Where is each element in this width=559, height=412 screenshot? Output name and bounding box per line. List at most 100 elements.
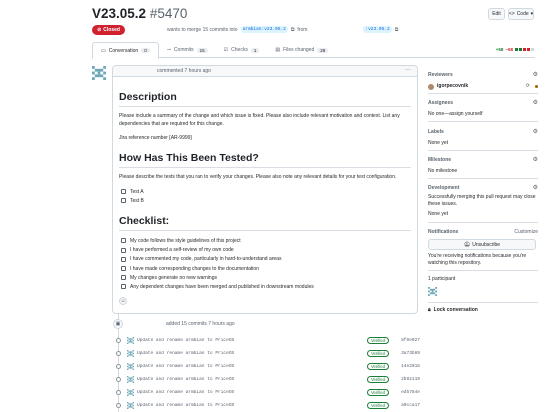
verified-badge[interactable]: Verified: [367, 375, 389, 383]
commit-row: Update and rename armbian to PriceOS Ver…: [115, 374, 420, 384]
tab-checks[interactable]: ☑ Checks 1: [216, 42, 268, 58]
edit-button-label: Edit: [492, 11, 501, 17]
paragraph: Jira reference number [AR-9999]: [119, 135, 192, 141]
tab-files-changed[interactable]: ▤ Files changed 29: [267, 42, 336, 58]
commit-author-avatar[interactable]: [127, 376, 134, 383]
task-item: I have commented my code, particularly i…: [119, 255, 411, 264]
head-branch[interactable]: :v23.05.2: [363, 26, 392, 33]
lock-conversation-label: Lock conversation: [433, 307, 478, 313]
milestone-label: Milestone: [428, 156, 452, 163]
base-branch[interactable]: armbian:v23.05.2: [240, 26, 288, 33]
commit-sha[interactable]: 8f0e027: [401, 338, 420, 343]
task-checkbox[interactable]: [121, 275, 126, 281]
tab-label: Commits: [173, 47, 194, 53]
participant-avatar[interactable]: [428, 287, 437, 296]
task-checkbox[interactable]: [121, 198, 126, 204]
commit-sha[interactable]: 2b92119: [401, 377, 420, 382]
task-checkbox[interactable]: [121, 284, 126, 290]
verified-badge[interactable]: Verified: [367, 336, 389, 344]
commit-message[interactable]: Update and rename armbian to PriceOS: [137, 390, 369, 395]
gear-icon[interactable]: ⚙: [533, 156, 538, 163]
commit-row: Update and rename armbian to PriceOS Ver…: [115, 387, 420, 397]
author-avatar[interactable]: [92, 66, 106, 80]
task-checkbox[interactable]: [121, 238, 126, 244]
status-badge-label: Closed: [103, 27, 120, 33]
commit-sha[interactable]: 3a73b89: [401, 351, 420, 356]
development-note: Successfully merging this pull request m…: [428, 194, 536, 207]
gear-icon[interactable]: ⚙: [533, 184, 538, 191]
gear-icon[interactable]: ⚙: [533, 99, 538, 106]
commit-author-avatar[interactable]: [127, 350, 134, 357]
comment-header: commented 7 hours ago ···: [113, 66, 417, 77]
commit-icon: ⊸: [166, 47, 171, 53]
labels-label: Labels: [428, 128, 444, 135]
task-checkbox[interactable]: [121, 256, 126, 262]
commit-dot-icon: [116, 363, 121, 369]
commit-author-avatar[interactable]: [127, 402, 134, 409]
reviewer-name[interactable]: igorpecovnik: [437, 83, 468, 90]
commit-author-avatar[interactable]: [127, 337, 134, 344]
rerequest-review-icon[interactable]: ⟳: [526, 83, 530, 90]
task-item: Test A: [119, 187, 411, 196]
lock-conversation-link[interactable]: 🔒︎ Lock conversation: [428, 307, 538, 314]
additions-count: +58: [495, 47, 504, 52]
bell-slash-icon: 🔕︎: [463, 241, 471, 248]
code-button[interactable]: <> Code ▾: [508, 8, 534, 20]
sidebar-labels: Labels ⚙ None yet: [428, 128, 538, 147]
task-label: Test B: [130, 197, 144, 204]
commit-message[interactable]: Update and rename armbian to PriceOS: [137, 403, 369, 408]
commit-sha[interactable]: ed5784e: [401, 390, 420, 395]
customize-link[interactable]: Customize: [514, 229, 538, 235]
gear-icon[interactable]: ⚙: [533, 71, 538, 78]
task-item: Any dependent changes have been merged a…: [119, 282, 411, 291]
tab-conversation[interactable]: ▭ Conversation 0: [92, 42, 159, 59]
diffstat-bar: [515, 47, 535, 52]
development-label: Development: [428, 184, 460, 191]
task-label: My changes generate no new warnings: [130, 274, 217, 281]
sidebar-assignees: Assignees ⚙ No one—assign yourself: [428, 99, 538, 118]
chevron-down-icon: ▾: [530, 11, 534, 17]
development-value: None yet: [428, 211, 449, 217]
pr-title-text: V23.05.2: [92, 6, 147, 21]
tab-count: 1: [250, 47, 260, 53]
task-checkbox[interactable]: [121, 189, 126, 195]
verified-badge[interactable]: Verified: [367, 388, 389, 396]
copy-icon[interactable]: ⧉: [291, 27, 295, 33]
commit-message[interactable]: Update and rename armbian to PriceOS: [137, 377, 369, 382]
add-reaction-icon[interactable]: ☺: [119, 297, 127, 305]
verified-badge[interactable]: Verified: [367, 362, 389, 370]
pr-number: #5470: [149, 6, 188, 21]
commit-message[interactable]: Update and rename armbian to PriceOS: [137, 338, 369, 343]
commit-author-avatar[interactable]: [127, 389, 134, 396]
task-label: Any dependent changes have been merged a…: [130, 283, 314, 290]
kebab-menu-icon[interactable]: ···: [405, 67, 411, 73]
sidebar-participants: 1 participant: [428, 276, 538, 301]
commit-sha[interactable]: a0cca17: [401, 403, 420, 408]
verified-badge[interactable]: Verified: [367, 401, 389, 409]
task-checkbox[interactable]: [121, 247, 126, 253]
file-diff-icon: ▤: [275, 47, 281, 53]
tab-label: Checks: [231, 47, 248, 53]
reviewer-avatar[interactable]: [428, 83, 434, 90]
commit-author-avatar[interactable]: [127, 363, 134, 370]
heading-checklist: Checklist:: [119, 215, 411, 232]
divider: [428, 93, 538, 94]
task-checkbox[interactable]: [121, 266, 126, 272]
edit-button[interactable]: Edit: [488, 8, 505, 20]
divider: [428, 222, 538, 223]
comment-timestamp[interactable]: commented 7 hours ago: [157, 68, 211, 74]
participants-label: 1 participant: [428, 276, 456, 282]
commit-message[interactable]: Update and rename armbian to PriceOS: [137, 351, 369, 356]
milestone-value: No milestone: [428, 168, 458, 174]
sidebar-milestone: Milestone ⚙ No milestone: [428, 156, 538, 175]
assignees-value[interactable]: No one—assign yourself: [428, 111, 538, 118]
verified-badge[interactable]: Verified: [367, 349, 389, 357]
copy-icon[interactable]: ⧉: [395, 27, 399, 33]
sidebar-development: Development ⚙ Successfully merging this p…: [428, 184, 538, 218]
commit-sha[interactable]: 14e2016: [401, 364, 420, 369]
commit-message[interactable]: Update and rename armbian to PriceOS: [137, 364, 369, 369]
deletions-count: −58: [505, 47, 513, 52]
tab-commits[interactable]: ⊸ Commits 15: [159, 42, 216, 58]
gear-icon[interactable]: ⚙: [533, 128, 538, 135]
unsubscribe-button[interactable]: 🔕︎ Unsubscribe: [428, 239, 536, 250]
